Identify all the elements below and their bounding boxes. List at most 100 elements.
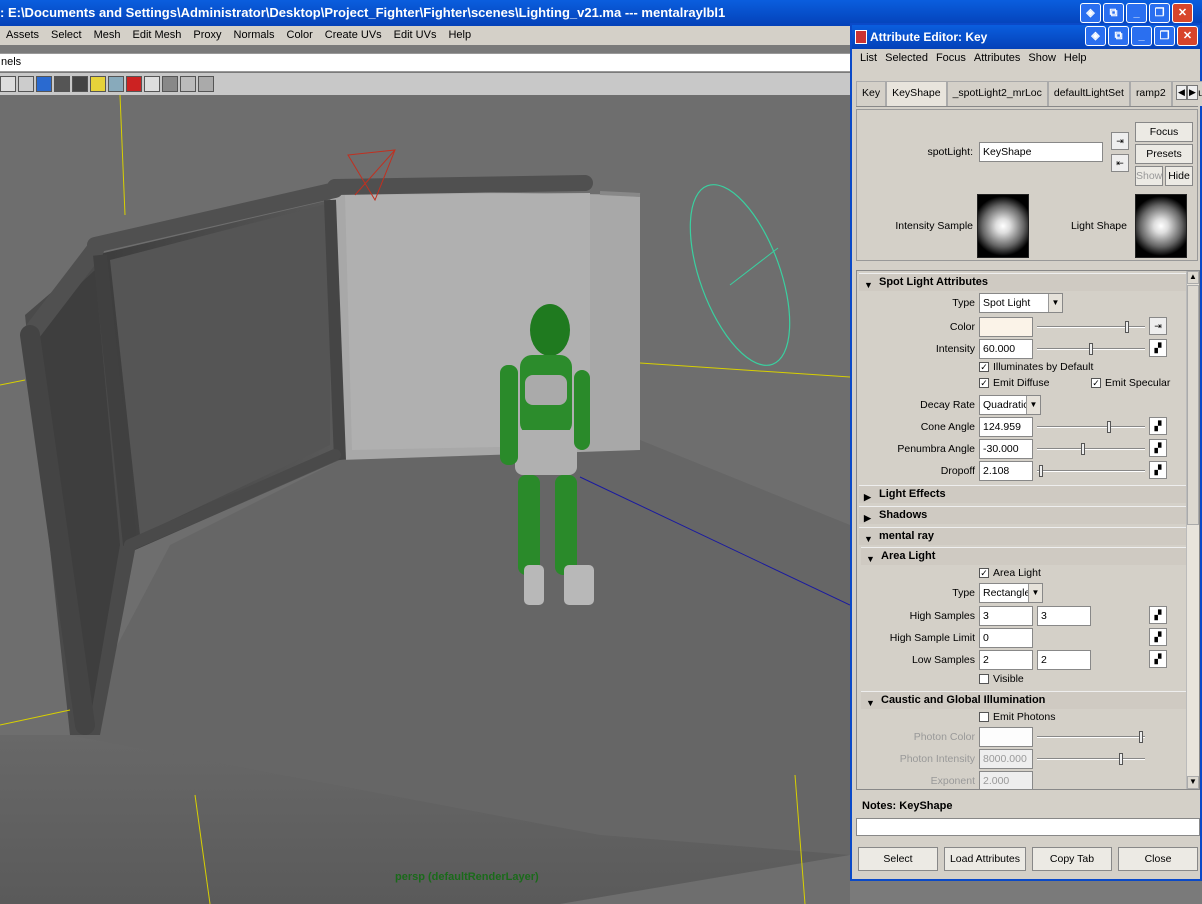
wireframe-cube-icon[interactable] <box>18 76 34 92</box>
ae-menu-focus[interactable]: Focus <box>932 49 970 69</box>
close-icon[interactable]: ✕ <box>1172 3 1193 23</box>
menu-assets[interactable]: Assets <box>0 26 45 45</box>
high-samples-field-2[interactable]: 3 <box>1037 606 1091 626</box>
photon-intensity-field[interactable]: 8000.000 <box>979 749 1033 769</box>
menu-proxy[interactable]: Proxy <box>187 26 227 45</box>
minimize-icon[interactable]: _ <box>1131 26 1152 46</box>
checker-map-icon[interactable]: ▞ <box>1149 417 1167 435</box>
tab-key[interactable]: Key <box>856 81 887 106</box>
light-bulb-icon[interactable] <box>90 76 106 92</box>
menu-select[interactable]: Select <box>45 26 88 45</box>
render-icon[interactable] <box>126 76 142 92</box>
photon-color-slider[interactable] <box>1037 731 1145 743</box>
notes-field[interactable] <box>856 818 1200 836</box>
penumbra-angle-slider[interactable] <box>1037 443 1145 455</box>
intensity-field[interactable]: 60.000 <box>979 339 1033 359</box>
checker-map-icon[interactable]: ▞ <box>1149 628 1167 646</box>
high-samples-field-1[interactable]: 3 <box>979 606 1033 626</box>
restore-icon[interactable]: ⧉ <box>1108 26 1129 46</box>
minimize-icon[interactable]: _ <box>1126 3 1147 23</box>
tab-ramp2[interactable]: ramp2 <box>1129 81 1172 106</box>
section-shadows[interactable]: ▶ Shadows <box>859 506 1187 524</box>
input-connections-icon[interactable]: ⇥ <box>1111 132 1129 150</box>
isolate-icon[interactable] <box>144 76 160 92</box>
section-light-effects[interactable]: ▶ Light Effects <box>859 485 1187 503</box>
focus-button[interactable]: Focus <box>1135 122 1193 142</box>
dropoff-field[interactable]: 2.108 <box>979 461 1033 481</box>
scroll-up-icon[interactable]: ▲ <box>1187 271 1199 284</box>
select-button[interactable]: Select <box>858 847 938 871</box>
maximize-icon[interactable]: ❐ <box>1154 26 1175 46</box>
menu-normals[interactable]: Normals <box>228 26 281 45</box>
load-attributes-button[interactable]: Load Attributes <box>944 847 1026 871</box>
color-swatch[interactable] <box>979 317 1033 337</box>
joint-icon[interactable] <box>198 76 214 92</box>
perspective-viewport[interactable]: persp (defaultRenderLayer) <box>0 95 850 904</box>
chevron-left-icon[interactable]: ◀ <box>1176 85 1187 100</box>
section-area-light[interactable]: ▼ Area Light <box>861 547 1189 565</box>
ae-menu-attributes[interactable]: Attributes <box>970 49 1024 69</box>
area-light-checkbox[interactable]: ✓ Area Light <box>979 567 1041 579</box>
menu-mesh[interactable]: Mesh <box>88 26 127 45</box>
chevron-right-icon[interactable]: ▶ <box>1187 85 1198 100</box>
menu-edit-uvs[interactable]: Edit UVs <box>388 26 443 45</box>
shadow-icon[interactable] <box>108 76 124 92</box>
section-mental-ray[interactable]: ▼ mental ray <box>859 527 1187 545</box>
menu-help[interactable]: Help <box>442 26 477 45</box>
dropoff-slider[interactable] <box>1037 465 1145 477</box>
area-type-dropdown[interactable]: Rectangle ▼ <box>979 583 1043 603</box>
cone-angle-slider[interactable] <box>1037 421 1145 433</box>
intensity-slider[interactable] <box>1037 343 1145 355</box>
maximize-icon[interactable]: ❐ <box>1149 3 1170 23</box>
help-icon[interactable]: ◈ <box>1080 3 1101 23</box>
intensity-knob[interactable] <box>1089 343 1093 355</box>
help-icon[interactable]: ◈ <box>1085 26 1106 46</box>
checker-map-icon[interactable]: ▞ <box>1149 339 1167 357</box>
light-type-dropdown[interactable]: Spot Light ▼ <box>979 293 1063 313</box>
scroll-thumb[interactable] <box>1187 285 1199 525</box>
checker-map-icon[interactable]: ▞ <box>1149 606 1167 624</box>
tab-spotlight2-mrloc[interactable]: _spotLight2_mrLoc <box>946 81 1048 106</box>
visible-checkbox[interactable]: Visible <box>979 673 1024 685</box>
low-samples-field-1[interactable]: 2 <box>979 650 1033 670</box>
ae-scrollbar[interactable]: ▲ ▼ <box>1186 271 1199 789</box>
close-icon[interactable]: ✕ <box>1177 26 1198 46</box>
restore-icon[interactable]: ⧉ <box>1103 3 1124 23</box>
menu-create-uvs[interactable]: Create UVs <box>319 26 388 45</box>
tab-keyshape[interactable]: KeyShape <box>886 81 947 106</box>
channels-bar[interactable]: nels <box>0 53 850 72</box>
decay-rate-dropdown[interactable]: Quadratic ▼ <box>979 395 1041 415</box>
emit-specular-checkbox[interactable]: ✓ Emit Specular <box>1091 377 1170 389</box>
cone-angle-field[interactable]: 124.959 <box>979 417 1033 437</box>
ae-menu-help[interactable]: Help <box>1060 49 1091 69</box>
node-name-field[interactable]: KeyShape <box>979 142 1103 162</box>
checker-map-icon[interactable]: ▞ <box>1149 439 1167 457</box>
low-samples-field-2[interactable]: 2 <box>1037 650 1091 670</box>
grid-icon[interactable] <box>180 76 196 92</box>
textured-cube-icon[interactable] <box>72 76 88 92</box>
menu-edit-mesh[interactable]: Edit Mesh <box>127 26 188 45</box>
color-slider[interactable] <box>1037 321 1145 333</box>
emit-diffuse-checkbox[interactable]: ✓ Emit Diffuse <box>979 377 1049 389</box>
output-connections-icon[interactable]: ⇤ <box>1111 154 1129 172</box>
ae-menu-list[interactable]: List <box>856 49 881 69</box>
tab-defaultlightset[interactable]: defaultLightSet <box>1047 81 1130 106</box>
menu-color[interactable]: Color <box>281 26 319 45</box>
text-icon[interactable] <box>0 76 16 92</box>
scroll-down-icon[interactable]: ▼ <box>1187 776 1199 789</box>
section-caustic-global-illumination[interactable]: ▼ Caustic and Global Illumination <box>861 691 1189 709</box>
hide-button[interactable]: Hide <box>1165 166 1193 186</box>
ae-menu-show[interactable]: Show <box>1024 49 1060 69</box>
penumbra-angle-field[interactable]: -30.000 <box>979 439 1033 459</box>
section-spot-light-attributes[interactable]: ▼ Spot Light Attributes <box>859 273 1187 291</box>
copy-tab-button[interactable]: Copy Tab <box>1032 847 1112 871</box>
emit-photons-checkbox[interactable]: Emit Photons <box>979 711 1055 723</box>
show-button[interactable]: Show <box>1135 166 1163 186</box>
checker-map-icon[interactable]: ▞ <box>1149 461 1167 479</box>
map-input-icon[interactable]: ⇥ <box>1149 317 1167 335</box>
close-button[interactable]: Close <box>1118 847 1198 871</box>
shaded-cube-icon[interactable] <box>36 76 52 92</box>
xray-icon[interactable] <box>162 76 178 92</box>
illuminates-by-default-checkbox[interactable]: ✓ Illuminates by Default <box>979 361 1093 373</box>
presets-button[interactable]: Presets <box>1135 144 1193 164</box>
